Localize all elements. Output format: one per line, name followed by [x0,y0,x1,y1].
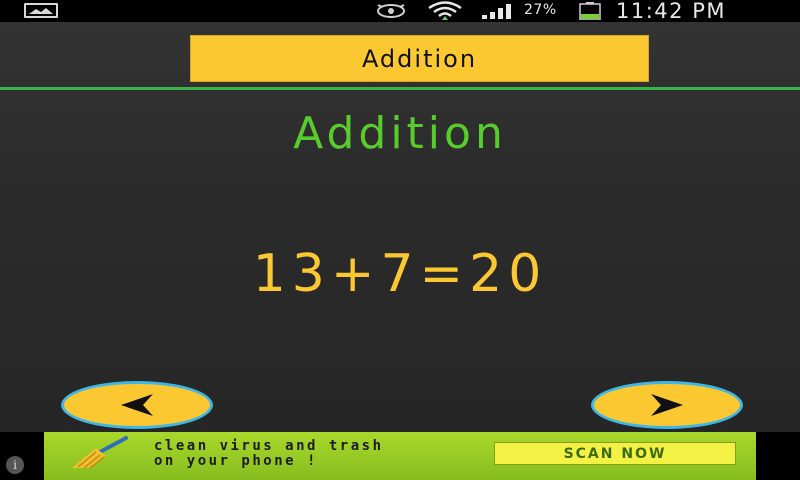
info-icon[interactable]: i [6,456,24,474]
arrow-right-icon [651,394,683,416]
signal-icon [482,4,511,19]
clock: 11:42 PM [616,0,726,23]
wifi-icon [428,1,462,20]
broom-icon [72,436,128,469]
status-bar: 27% 11:42 PM [0,0,800,23]
addition-header-button[interactable]: Addition [190,35,649,82]
previous-button[interactable] [64,384,210,426]
divider [0,87,800,90]
ad-line-2: on your phone ! [154,453,318,469]
battery-icon [579,2,601,20]
gallery-notification-icon [24,3,58,18]
arrow-left-icon [121,394,153,416]
page-title: Addition [293,108,507,159]
eye-icon [377,4,405,18]
main-content: Addition Addition 13+7=20 [0,22,800,432]
ad-text: clean virus and trash on your phone ! [154,439,384,469]
scan-now-button[interactable]: SCAN NOW [494,442,736,465]
ad-edge [756,432,800,480]
battery-percent: 27% [524,2,557,18]
equation-display: 13+7=20 [252,244,548,304]
ad-content[interactable]: clean virus and trash on your phone ! SC… [44,432,756,480]
next-button[interactable] [594,384,740,426]
ad-banner[interactable]: i clean virus and trash on your phone ! … [0,432,800,480]
ad-line-1: clean virus and trash [154,438,384,454]
